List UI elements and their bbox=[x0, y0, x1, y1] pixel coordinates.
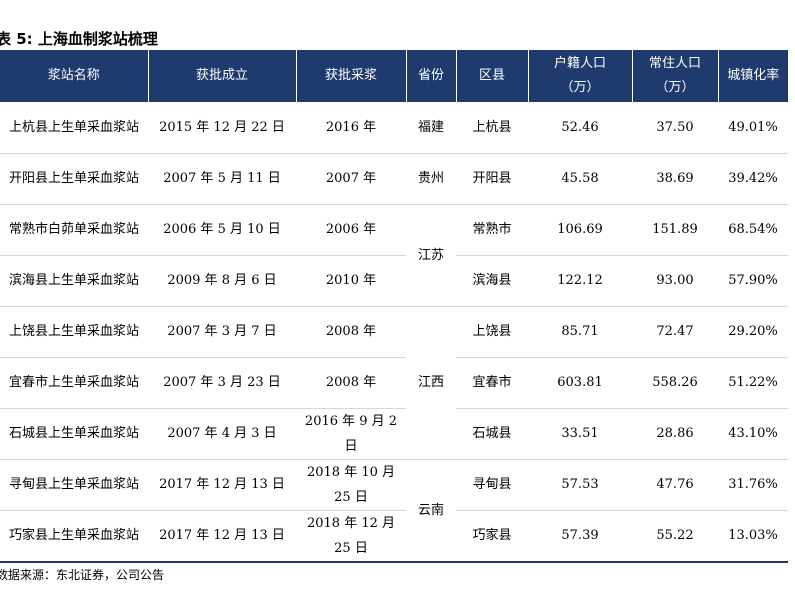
cell-collect: 2007 年 bbox=[296, 153, 406, 205]
cell-resident-pop: 93.00 bbox=[632, 255, 718, 307]
cell-resident-pop: 38.69 bbox=[632, 153, 718, 205]
cell-urbanization: 31.76% bbox=[718, 459, 788, 511]
header-resident-pop: 常住人口 （万） bbox=[631, 50, 718, 102]
cell-resident-pop: 28.86 bbox=[632, 408, 718, 460]
cell-resident-pop: 37.50 bbox=[632, 102, 718, 154]
cell-county: 滨海县 bbox=[456, 255, 528, 307]
cell-registered-pop: 57.53 bbox=[528, 459, 632, 511]
cell-station-name: 宜春市上生单采血浆站 bbox=[0, 357, 148, 409]
cell-station-name: 上杭县上生单采血浆站 bbox=[0, 102, 148, 154]
cell-approved: 2015 年 12 月 22 日 bbox=[148, 102, 296, 154]
header-county: 区县 bbox=[455, 50, 528, 102]
cell-county: 石城县 bbox=[456, 408, 528, 460]
cell-collect: 2016 年 bbox=[296, 102, 406, 154]
header-urbanization: 城镇化率 bbox=[717, 50, 788, 102]
cell-registered-pop: 57.39 bbox=[528, 510, 632, 563]
cell-station-name: 石城县上生单采血浆站 bbox=[0, 408, 148, 460]
cell-county: 巧家县 bbox=[456, 510, 528, 563]
cell-county: 常熟市 bbox=[456, 204, 528, 256]
cell-approved: 2017 年 12 月 13 日 bbox=[148, 459, 296, 511]
cell-collect: 2008 年 bbox=[296, 357, 406, 409]
table-title: 表 5: 上海血制浆站梳理 bbox=[0, 30, 158, 48]
cell-urbanization: 13.03% bbox=[718, 510, 788, 563]
cell-approved: 2007 年 4 月 3 日 bbox=[148, 408, 296, 460]
cell-urbanization: 43.10% bbox=[718, 408, 788, 460]
cell-approved: 2007 年 5 月 11 日 bbox=[148, 153, 296, 205]
cell-registered-pop: 603.81 bbox=[528, 357, 632, 409]
table-row: 宜春市上生单采血浆站 2007 年 3 月 23 日 2008 年 宜春市 60… bbox=[0, 357, 788, 409]
table-row: 常熟市白茆单采血浆站 2006 年 5 月 10 日 2006 年 江苏 常熟市… bbox=[0, 204, 788, 307]
source-note: 数据来源：东北证券，公司公告 bbox=[0, 568, 165, 582]
table-row: 巧家县上生单采血浆站 2017 年 12 月 13 日 2018 年 12 月 … bbox=[0, 510, 788, 563]
cell-resident-pop: 151.89 bbox=[632, 204, 718, 256]
plasma-station-table: 浆站名称 获批成立 获批采浆 省份 区县 户籍人口 （万） 常住人口 （万） 城镇化… bbox=[0, 50, 788, 563]
header-province: 省份 bbox=[405, 50, 456, 102]
cell-urbanization: 39.42% bbox=[718, 153, 788, 205]
table-row: 上杭县上生单采血浆站 2015 年 12 月 22 日 2016 年 福建 上杭… bbox=[0, 102, 788, 154]
cell-registered-pop: 106.69 bbox=[528, 204, 632, 256]
cell-urbanization: 68.54% bbox=[718, 204, 788, 256]
cell-registered-pop: 122.12 bbox=[528, 255, 632, 307]
table-row: 上饶县上生单采血浆站 2007 年 3 月 7 日 2008 年 江西 上饶县 … bbox=[0, 306, 788, 460]
cell-county: 上饶县 bbox=[456, 306, 528, 358]
cell-approved: 2017 年 12 月 13 日 bbox=[148, 510, 296, 563]
cell-collect: 2010 年 bbox=[296, 255, 406, 307]
cell-station-name: 寻甸县上生单采血浆站 bbox=[0, 459, 148, 511]
cell-collect: 2016 年 9 月 2 日 bbox=[296, 408, 406, 460]
cell-registered-pop: 33.51 bbox=[528, 408, 632, 460]
header-collect: 获批采浆 bbox=[295, 50, 406, 102]
header-registered-pop: 户籍人口 （万） bbox=[527, 50, 632, 102]
table-row: 滨海县上生单采血浆站 2009 年 8 月 6 日 2010 年 滨海县 122… bbox=[0, 255, 788, 307]
cell-resident-pop: 72.47 bbox=[632, 306, 718, 358]
table-row: 寻甸县上生单采血浆站 2017 年 12 月 13 日 2018 年 10 月 … bbox=[0, 459, 788, 563]
cell-registered-pop: 52.46 bbox=[528, 102, 632, 154]
cell-station-name: 滨海县上生单采血浆站 bbox=[0, 255, 148, 307]
cell-resident-pop: 47.76 bbox=[632, 459, 718, 511]
cell-registered-pop: 45.58 bbox=[528, 153, 632, 205]
cell-resident-pop: 55.22 bbox=[632, 510, 718, 563]
cell-collect: 2006 年 bbox=[296, 204, 406, 256]
cell-urbanization: 29.20% bbox=[718, 306, 788, 358]
cell-county: 宜春市 bbox=[456, 357, 528, 409]
cell-station-name: 巧家县上生单采血浆站 bbox=[0, 510, 148, 563]
cell-urbanization: 51.22% bbox=[718, 357, 788, 409]
cell-collect: 2018 年 12 月 25 日 bbox=[296, 510, 406, 563]
cell-urbanization: 57.90% bbox=[718, 255, 788, 307]
cell-station-name: 开阳县上生单采血浆站 bbox=[0, 153, 148, 205]
cell-approved: 2007 年 3 月 23 日 bbox=[148, 357, 296, 409]
cell-collect: 2008 年 bbox=[296, 306, 406, 358]
cell-province: 江西 bbox=[406, 306, 456, 460]
cell-province: 江苏 bbox=[406, 204, 456, 307]
cell-approved: 2006 年 5 月 10 日 bbox=[148, 204, 296, 256]
cell-collect: 2018 年 10 月 25 日 bbox=[296, 459, 406, 511]
cell-registered-pop: 85.71 bbox=[528, 306, 632, 358]
cell-urbanization: 49.01% bbox=[718, 102, 788, 154]
cell-station-name: 常熟市白茆单采血浆站 bbox=[0, 204, 148, 256]
table-row: 石城县上生单采血浆站 2007 年 4 月 3 日 2016 年 9 月 2 日… bbox=[0, 408, 788, 460]
cell-county: 寻甸县 bbox=[456, 459, 528, 511]
cell-province: 福建 bbox=[406, 102, 456, 154]
table-row: 开阳县上生单采血浆站 2007 年 5 月 11 日 2007 年 贵州 开阳县… bbox=[0, 153, 788, 205]
cell-approved: 2007 年 3 月 7 日 bbox=[148, 306, 296, 358]
cell-approved: 2009 年 8 月 6 日 bbox=[148, 255, 296, 307]
cell-province: 云南 bbox=[406, 459, 456, 563]
cell-resident-pop: 558.26 bbox=[632, 357, 718, 409]
cell-county: 上杭县 bbox=[456, 102, 528, 154]
cell-county: 开阳县 bbox=[456, 153, 528, 205]
header-station-name: 浆站名称 bbox=[0, 50, 148, 102]
cell-station-name: 上饶县上生单采血浆站 bbox=[0, 306, 148, 358]
header-approved: 获批成立 bbox=[147, 50, 296, 102]
cell-province: 贵州 bbox=[406, 153, 456, 205]
header-row: 浆站名称 获批成立 获批采浆 省份 区县 户籍人口 （万） 常住人口 （万） 城镇化… bbox=[0, 50, 788, 102]
